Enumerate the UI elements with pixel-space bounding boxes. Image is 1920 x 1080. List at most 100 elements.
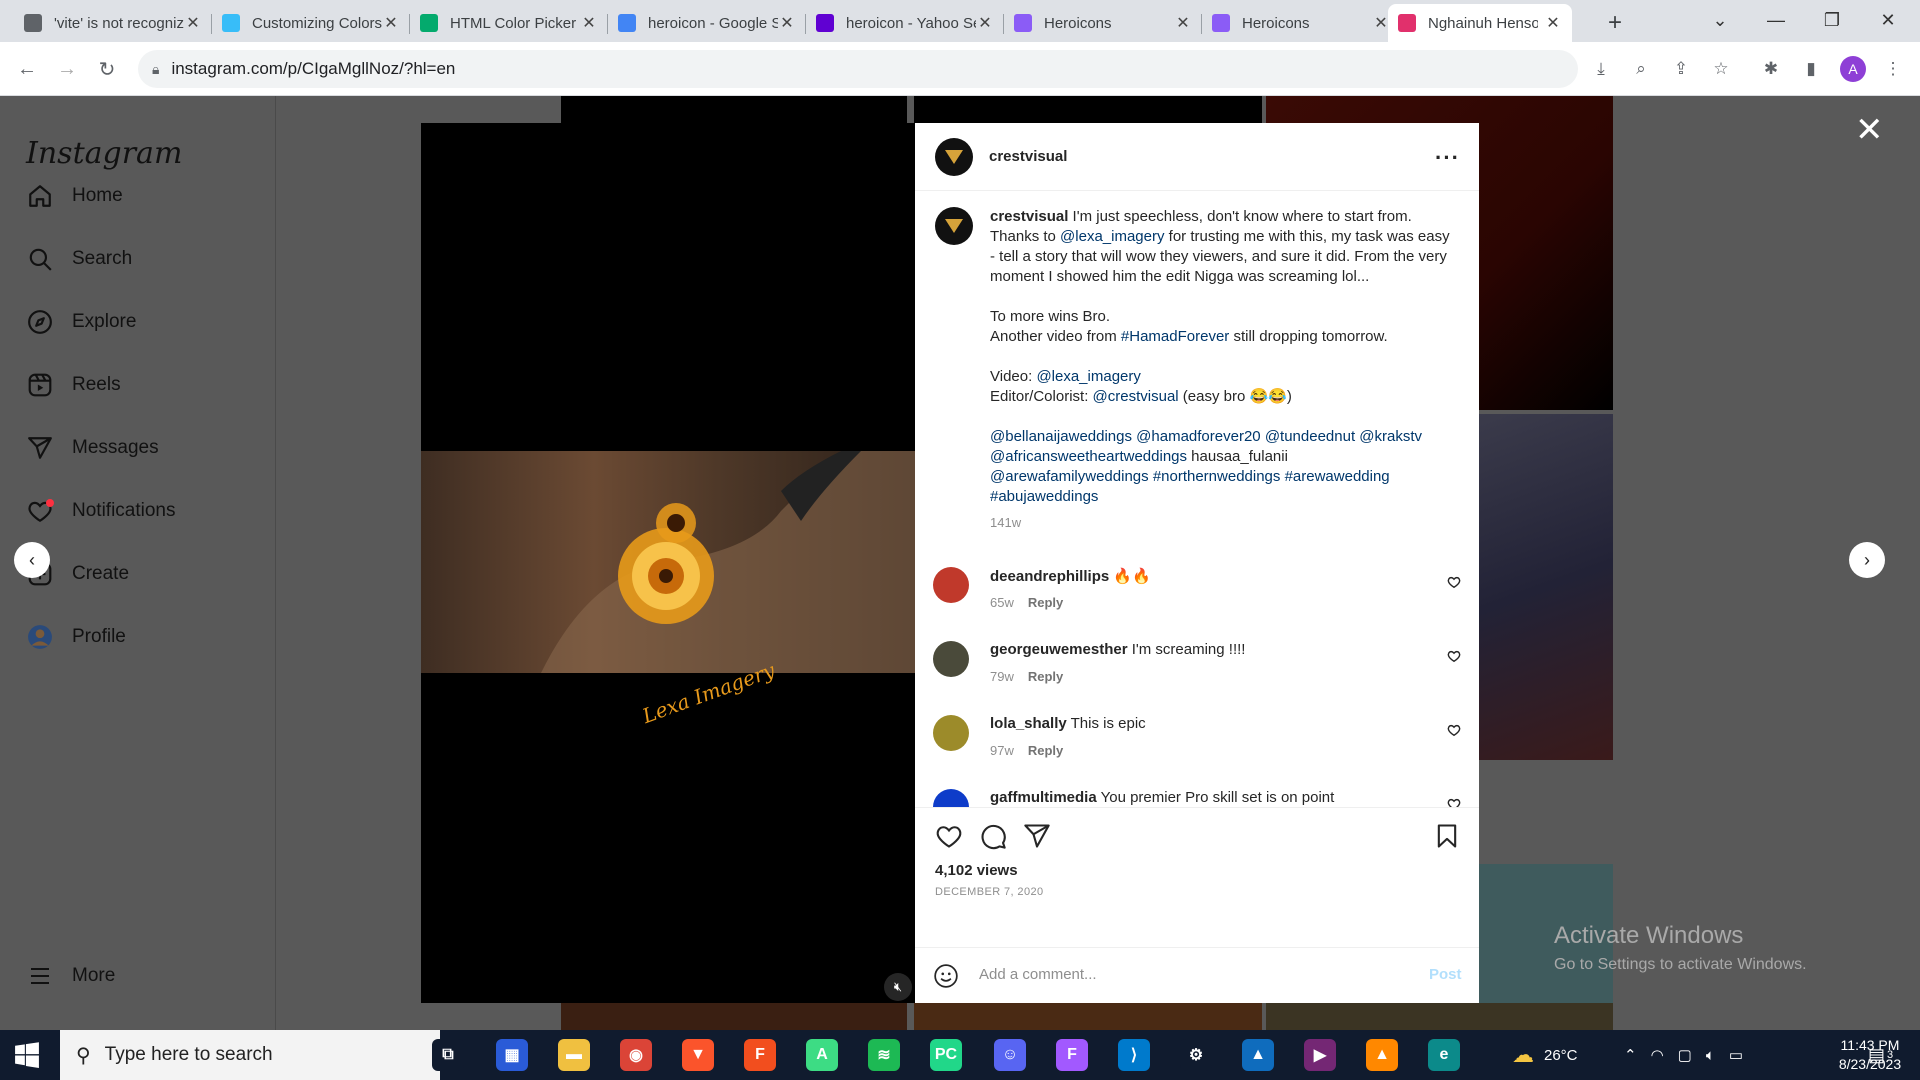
mention-link[interactable]: @hamadforever20 (1136, 428, 1260, 445)
restore-icon[interactable]: ❐ (1804, 0, 1860, 40)
like-comment-icon[interactable] (1447, 797, 1461, 807)
close-window-icon[interactable]: ✕ (1860, 0, 1916, 40)
grid-thumbnail[interactable] (1266, 1003, 1613, 1030)
next-post-icon[interactable]: › (1849, 542, 1885, 578)
close-tab-icon[interactable]: ✕ (778, 13, 796, 33)
discord-icon[interactable]: ☺ (994, 1039, 1026, 1071)
grid-thumbnail[interactable] (914, 1003, 1262, 1030)
reply-button[interactable]: Reply (1028, 595, 1063, 610)
close-tab-icon[interactable]: ✕ (1544, 13, 1562, 33)
browser-tab[interactable]: Heroicons ✕ (1004, 4, 1202, 42)
notification-center-icon[interactable]: ▤ 3 (1868, 1030, 1893, 1080)
edge-icon[interactable]: e (1428, 1039, 1460, 1071)
side-panel-icon[interactable]: ▮ (1798, 56, 1824, 82)
reload-icon[interactable]: ↻ (92, 54, 122, 84)
like-comment-icon[interactable] (1447, 723, 1461, 737)
task-view-icon[interactable]: ⧉ (432, 1039, 464, 1071)
device-icon[interactable]: ▢ (1678, 1046, 1692, 1064)
chevron-up-icon[interactable]: ⌃ (1624, 1046, 1637, 1064)
mention-link[interactable]: @africansweetheartweddings (990, 448, 1187, 465)
windows-start-icon[interactable] (14, 1042, 40, 1068)
share-post-icon[interactable] (1023, 822, 1051, 850)
grid-thumbnail[interactable] (1479, 414, 1613, 760)
browser-tab[interactable]: Customizing Colors ✕ (212, 4, 410, 42)
reply-button[interactable]: Reply (1028, 669, 1063, 684)
nav-item-reels[interactable]: Reels (26, 367, 121, 403)
mention-link[interactable]: @krakstv (1359, 428, 1422, 445)
brave-icon[interactable]: ▼ (682, 1039, 714, 1071)
vlc-icon[interactable]: ▲ (1366, 1039, 1398, 1071)
close-icon[interactable]: ✕ (1855, 110, 1884, 150)
more-options-icon[interactable]: ··· (1435, 145, 1460, 171)
share-icon[interactable]: ⇪ (1668, 56, 1694, 82)
mention-link[interactable]: @arewafamilyweddings (990, 468, 1149, 485)
settings-icon[interactable]: ⚙ (1180, 1039, 1212, 1071)
network-icon[interactable]: ◠ (1651, 1046, 1664, 1064)
address-bar[interactable]: 🔒︎ instagram.com/p/CIgaMgllNoz/?hl=en (138, 50, 1578, 88)
taskbar-search[interactable]: ⚲ Type here to search (60, 1030, 440, 1080)
comments-scroll[interactable]: crestvisual I'm just speechless, don't k… (915, 191, 1479, 807)
mention-link[interactable]: @lexa_imagery (1036, 368, 1140, 385)
nav-item-messages[interactable]: Messages (26, 430, 159, 466)
close-tab-icon[interactable]: ✕ (184, 13, 202, 33)
extensions-icon[interactable]: ✱ (1758, 56, 1784, 82)
mute-icon[interactable]: 🔇︎ (884, 973, 912, 1001)
hashtag-link[interactable]: #abujaweddings (990, 488, 1098, 505)
author-username[interactable]: crestvisual (989, 148, 1067, 165)
photos-icon[interactable]: ▲ (1242, 1039, 1274, 1071)
mention-link[interactable]: @crestvisual (1093, 388, 1179, 405)
close-tab-icon[interactable]: ✕ (580, 13, 598, 33)
figma-icon[interactable]: F (1056, 1039, 1088, 1071)
nav-item-home[interactable]: Home (26, 178, 123, 214)
nav-item-explore[interactable]: Explore (26, 304, 136, 340)
store-icon[interactable]: ▦ (496, 1039, 528, 1071)
commenter-avatar[interactable] (933, 567, 969, 603)
commenter-username[interactable]: lola_shally (990, 715, 1067, 732)
commenter-avatar[interactable] (933, 715, 969, 751)
reply-button[interactable]: Reply (1028, 743, 1063, 758)
commenter-avatar[interactable] (933, 789, 969, 807)
new-tab-button[interactable]: + (1598, 4, 1632, 42)
nav-item-notifications[interactable]: Notifications (26, 493, 176, 529)
instagram-logo[interactable]: Instagram (26, 136, 182, 171)
menu-icon[interactable]: ⋮ (1880, 56, 1906, 82)
url-text[interactable]: instagram.com/p/CIgaMgllNoz/?hl=en (171, 59, 455, 79)
zoom-icon[interactable]: ⌕ (1628, 56, 1654, 82)
file-explorer-icon[interactable]: ▬ (558, 1039, 590, 1071)
close-tab-icon[interactable]: ✕ (976, 13, 994, 33)
previous-post-icon[interactable]: ‹ (14, 542, 50, 578)
caption-username[interactable]: crestvisual (990, 208, 1068, 225)
spotify-icon[interactable]: ≋ (868, 1039, 900, 1071)
like-comment-icon[interactable] (1447, 649, 1461, 663)
author-avatar[interactable] (935, 138, 973, 176)
pycharm-icon[interactable]: PC (930, 1039, 962, 1071)
hashtag-link[interactable]: #arewawedding (1285, 468, 1390, 485)
volume-icon[interactable]: 🔈︎ (1706, 1047, 1715, 1064)
comment-icon[interactable] (979, 822, 1007, 850)
browser-tab[interactable]: HTML Color Picker ✕ (410, 4, 608, 42)
mention-link[interactable]: @lexa_imagery (1060, 228, 1164, 245)
post-video[interactable]: Lexa Imagery 🔇︎ (421, 123, 915, 1003)
install-app-icon[interactable]: ⤓ (1588, 56, 1614, 82)
post-comment-button[interactable]: Post (1429, 966, 1462, 983)
bookmark-star-icon[interactable]: ☆ (1708, 56, 1734, 82)
figma-icon[interactable]: F (744, 1039, 776, 1071)
hashtag-link[interactable]: #northernweddings (1153, 468, 1281, 485)
android-studio-icon[interactable]: A (806, 1039, 838, 1071)
like-comment-icon[interactable] (1447, 575, 1461, 589)
browser-tab[interactable]: Heroicons ✕ (1202, 4, 1400, 42)
grid-thumbnail[interactable] (914, 96, 1262, 124)
close-tab-icon[interactable]: ✕ (1174, 13, 1192, 33)
browser-tab[interactable]: 'vite' is not recognized✕ (14, 4, 212, 42)
forward-icon[interactable]: → (52, 54, 82, 84)
browser-tab[interactable]: heroicon - Google Search✕ (608, 4, 806, 42)
commenter-username[interactable]: georgeuwemesther (990, 641, 1128, 658)
weather-widget[interactable]: ☁︎ 26°C (1512, 1030, 1578, 1080)
save-icon[interactable] (1433, 822, 1461, 850)
comment-input[interactable]: Add a comment... (979, 966, 1097, 983)
like-icon[interactable] (935, 822, 963, 850)
caption-author-avatar[interactable] (935, 207, 973, 245)
battery-icon[interactable]: ▭ (1729, 1046, 1743, 1064)
commenter-username[interactable]: deeandrephillips (990, 568, 1109, 585)
nav-item-search[interactable]: Search (26, 241, 132, 277)
